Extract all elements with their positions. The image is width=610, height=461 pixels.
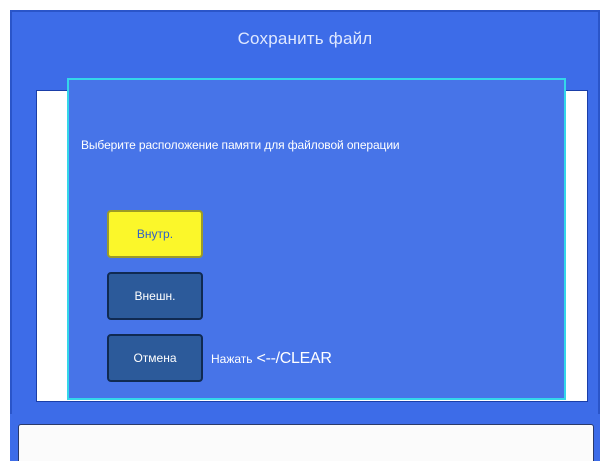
page-title: Сохранить файл (237, 29, 373, 48)
cancel-button[interactable]: Отмена (107, 334, 203, 382)
dialog-prompt: Выберите расположение памяти для файлово… (81, 138, 400, 152)
title-bar: Сохранить файл (10, 10, 600, 68)
internal-memory-button[interactable]: Внутр. (107, 210, 203, 258)
external-memory-button[interactable]: Внешн. (107, 272, 203, 320)
footer-bar (10, 414, 600, 461)
footer-text-field (18, 424, 594, 461)
save-file-dialog: Выберите расположение памяти для файлово… (67, 78, 566, 400)
cancel-hint: Нажать <--/CLEAR (211, 350, 332, 368)
hint-key: <--/CLEAR (256, 350, 332, 367)
hint-label: Нажать (211, 352, 253, 366)
main-area: Выберите расположение памяти для файлово… (10, 66, 600, 416)
label-printer-screen: Сохранить файл Выберите расположение пам… (0, 0, 610, 461)
